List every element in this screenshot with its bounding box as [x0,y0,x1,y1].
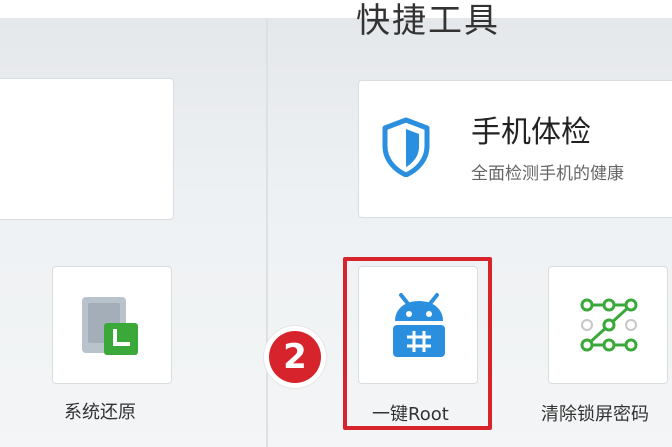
clear-lock-password-button[interactable] [548,266,668,384]
step-number: 2 [269,331,321,383]
section-title: 快捷工具 [356,1,500,36]
system-restore-icon [82,297,138,355]
feature-card-left[interactable] [0,78,174,220]
phone-check-card[interactable]: 手机体检 全面检测手机的健康 [358,80,672,218]
system-restore-label: 系统还原 [64,402,136,423]
pattern-lock-icon [580,298,638,352]
shield-icon [382,117,430,177]
step-badge: 2 [264,326,326,388]
highlight-box [343,257,492,430]
column-divider [266,18,268,447]
system-restore-button[interactable] [52,266,172,384]
clear-lock-password-label: 清除锁屏密码 [541,404,649,425]
phone-check-title: 手机体检 [471,115,591,150]
phone-check-description: 全面检测手机的健康 [471,164,624,184]
